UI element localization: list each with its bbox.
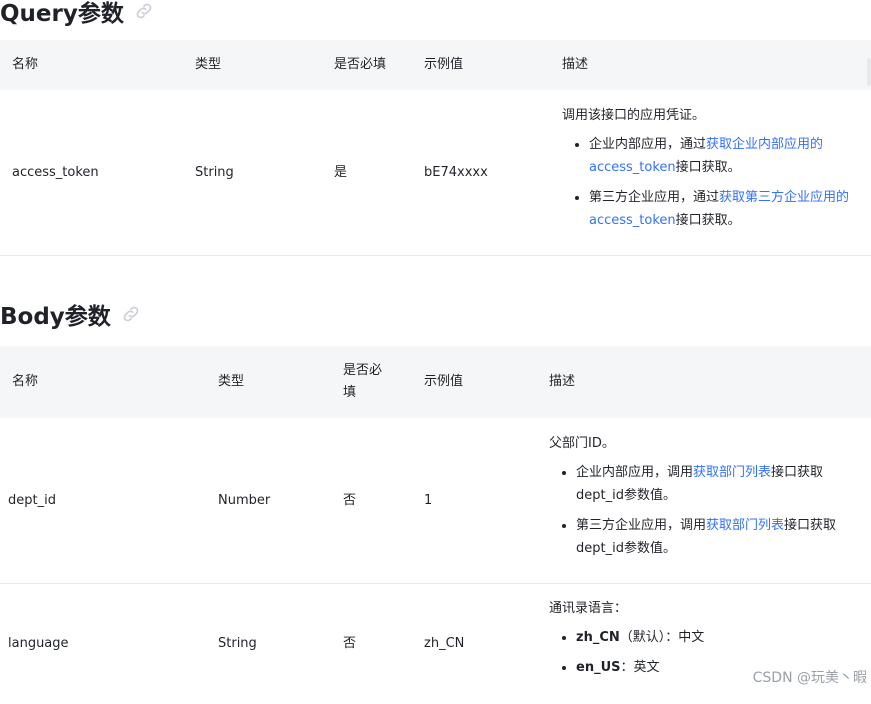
- header-example: 示例值: [424, 57, 464, 72]
- anchor-link-icon[interactable]: [134, 1, 154, 21]
- language-code: en_US: [576, 660, 621, 675]
- param-type: String: [195, 165, 234, 180]
- list-item: 企业内部应用，通过获取企业内部应用的access_token接口获取。: [589, 133, 852, 179]
- param-required: 否: [343, 636, 357, 651]
- list-item: 第三方企业应用，调用获取部门列表接口获取dept_id参数值。: [576, 514, 849, 560]
- description-intro: 通讯录语言：: [549, 601, 628, 616]
- item-text: ：英文: [620, 660, 660, 675]
- list-item: zh_CN（默认）：中文: [576, 626, 849, 649]
- language-code: zh_CN: [576, 630, 620, 645]
- item-text: 第三方企业应用，通过: [589, 190, 720, 205]
- header-description: 描述: [549, 374, 576, 389]
- header-name: 名称: [12, 374, 39, 389]
- header-type: 类型: [195, 57, 222, 72]
- item-text: 企业内部应用，调用: [576, 465, 694, 480]
- query-params-heading: Query参数: [0, 0, 154, 28]
- query-params-title: Query参数: [0, 1, 124, 27]
- item-text: 接口获取。: [675, 213, 741, 228]
- param-example: bE74xxxx: [424, 165, 488, 180]
- param-type: Number: [218, 493, 271, 508]
- header-example: 示例值: [424, 374, 464, 389]
- param-required: 是: [334, 165, 348, 180]
- table-row: dept_id Number 否 1 父部门ID。 企业内部应用，调用获取部门列…: [0, 419, 871, 584]
- param-required: 否: [343, 493, 357, 508]
- param-name: access_token: [12, 165, 99, 180]
- watermark: CSDN @玩美丶暇: [752, 670, 867, 686]
- department-list-link[interactable]: 获取部门列表: [706, 518, 784, 533]
- table-header: 名称 类型 是否必填 示例值 描述: [0, 346, 871, 418]
- item-text: 第三方企业应用，调用: [576, 518, 707, 533]
- body-params-heading: Body参数: [0, 297, 141, 331]
- header-description: 描述: [562, 57, 589, 72]
- header-required: 是否必填: [334, 57, 387, 72]
- item-text: 接口获取。: [675, 160, 741, 175]
- param-description: 父部门ID。 企业内部应用，调用获取部门列表接口获取dept_id参数值。 第三…: [549, 432, 849, 567]
- param-example: zh_CN: [424, 636, 465, 651]
- department-list-link[interactable]: 获取部门列表: [693, 465, 771, 480]
- table-header: 名称 类型 是否必填 示例值 描述: [0, 40, 871, 90]
- description-intro: 调用该接口的应用凭证。: [562, 108, 706, 123]
- anchor-link-icon[interactable]: [121, 304, 141, 324]
- header-required: 是否必填: [343, 363, 383, 400]
- item-text: 企业内部应用，通过: [589, 137, 707, 152]
- param-description: 调用该接口的应用凭证。 企业内部应用，通过获取企业内部应用的access_tok…: [562, 104, 852, 239]
- param-type: String: [218, 636, 257, 651]
- table-row: access_token String 是 bE74xxxx 调用该接口的应用凭…: [0, 91, 871, 256]
- header-name: 名称: [12, 57, 39, 72]
- param-example: 1: [424, 493, 433, 508]
- description-intro: 父部门ID。: [549, 436, 615, 451]
- scrollbar[interactable]: [867, 58, 871, 86]
- param-name: dept_id: [8, 493, 56, 508]
- header-type: 类型: [218, 374, 245, 389]
- body-params-title: Body参数: [0, 304, 111, 330]
- param-name: language: [8, 636, 69, 651]
- list-item: 企业内部应用，调用获取部门列表接口获取dept_id参数值。: [576, 461, 849, 507]
- item-text: （默认）：中文: [619, 630, 705, 645]
- table-row: language String 否 zh_CN 通讯录语言： zh_CN（默认）…: [0, 584, 871, 704]
- list-item: 第三方企业应用，通过获取第三方企业应用的access_token接口获取。: [589, 186, 852, 232]
